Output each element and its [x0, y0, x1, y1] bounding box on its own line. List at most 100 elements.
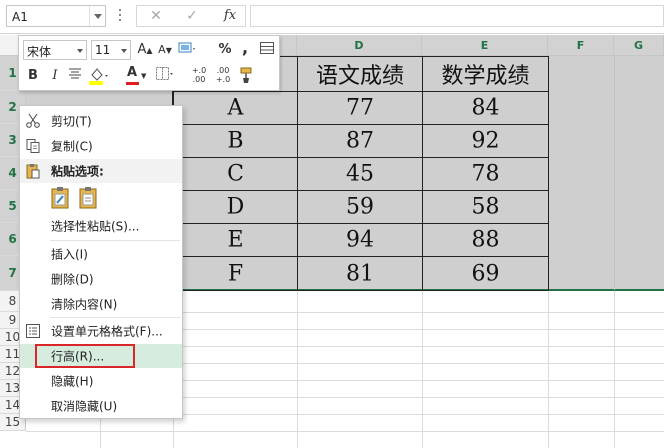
menu-item-label: 复制(C) — [51, 139, 93, 154]
menu-item-label: 删除(D) — [51, 272, 94, 287]
cell-text: 69 — [471, 261, 500, 286]
gridline — [548, 291, 549, 448]
menu-item-insert[interactable]: 插入(I) — [20, 242, 182, 266]
menu-item-label: 取消隐藏(U) — [51, 399, 118, 414]
menu-separator — [50, 317, 180, 318]
column-header-d[interactable]: D — [297, 35, 422, 56]
cell-text: 92 — [471, 128, 500, 154]
cell-text: 数学成绩 — [441, 64, 530, 89]
table-cell-name[interactable]: C — [173, 157, 298, 191]
menu-item-paste-special[interactable]: 选择性粘贴(S)... — [20, 214, 182, 238]
paste-option-icon[interactable] — [50, 186, 72, 213]
menu-item-unhide[interactable]: 取消隐藏(U) — [20, 394, 182, 418]
cell-text: D — [226, 194, 245, 220]
gridline — [422, 291, 423, 448]
drag-handle-icon[interactable] — [118, 8, 122, 24]
menu-item-delete[interactable]: 删除(D) — [20, 267, 182, 291]
cancel-icon[interactable]: ✕ — [145, 8, 167, 24]
menu-item-copy[interactable]: 复制(C) — [20, 134, 182, 158]
grow-font-icon[interactable]: A▲ — [135, 40, 155, 60]
table-cell-chinese[interactable]: 45 — [297, 157, 423, 191]
menu-item-hide[interactable]: 隐藏(H) — [20, 369, 182, 393]
shrink-font-icon[interactable]: A▼ — [155, 40, 175, 60]
table-cell-chinese[interactable]: 94 — [297, 223, 423, 257]
scissors-icon — [25, 113, 41, 129]
format-painter-table-icon[interactable] — [257, 40, 277, 60]
menu-item-label: 插入(I) — [51, 247, 88, 262]
cell-text: E — [227, 227, 244, 253]
table-cell-chinese[interactable]: 77 — [297, 91, 423, 125]
gridline — [297, 291, 298, 448]
gridline — [614, 291, 615, 448]
cell-text: B — [227, 128, 244, 154]
chevron-down-icon: ▼ — [141, 72, 147, 80]
table-cell-chinese[interactable]: 81 — [297, 256, 423, 291]
table-cell-chinese[interactable]: 59 — [297, 190, 423, 224]
paste-values-icon[interactable] — [78, 186, 100, 213]
font-color-icon[interactable]: A ▼ — [123, 65, 147, 86]
context-menu: 剪切(T) 复制(C) 粘贴选项: 选择性粘贴(S)... 插入(I) 删除(D… — [19, 105, 183, 419]
font-color-glyph: A — [127, 65, 138, 80]
comma-style-icon[interactable]: , — [235, 38, 255, 58]
table-cell-name[interactable]: E — [173, 223, 298, 257]
cell-text: 语文成绩 — [315, 64, 404, 89]
format-painter-icon[interactable] — [237, 66, 257, 86]
center-align-icon[interactable] — [65, 66, 85, 86]
cell-text: C — [227, 161, 244, 187]
cell-text: F — [227, 261, 244, 286]
name-box-dropdown-icon[interactable] — [89, 6, 105, 26]
table-cell-math[interactable]: 92 — [422, 124, 549, 158]
table-cell-math[interactable]: 78 — [422, 157, 549, 191]
column-header-f[interactable]: F — [548, 35, 614, 56]
table-cell-name[interactable]: B — [173, 124, 298, 158]
menu-item-clear-contents[interactable]: 清除内容(N) — [20, 292, 182, 316]
table-cell-name[interactable]: D — [173, 190, 298, 224]
font-color-swatch — [126, 82, 139, 85]
copy-icon — [25, 138, 41, 154]
table-cell-math[interactable]: 69 — [422, 256, 549, 291]
menu-item-label: 剪切(T) — [51, 114, 92, 129]
decrease-decimal-icon[interactable]: .00 +.0 — [213, 66, 233, 86]
table-cell-math[interactable]: 88 — [422, 223, 549, 257]
table-cell-chinese[interactable]: 87 — [297, 124, 423, 158]
table-cell-math[interactable]: 84 — [422, 91, 549, 125]
formula-input[interactable] — [250, 5, 664, 27]
gridline — [26, 431, 664, 432]
cell-text: 77 — [346, 95, 374, 121]
increase-decimal-icon[interactable]: +.0 .00 — [189, 66, 209, 86]
formula-bar: A1 ✕ ✓ fx — [0, 0, 664, 34]
font-size-select[interactable]: 11 — [91, 40, 131, 60]
table-cell-math[interactable]: 58 — [422, 190, 549, 224]
name-box-value: A1 — [12, 10, 28, 24]
font-name-select[interactable]: 宋体 — [23, 40, 87, 60]
table-header-chinese[interactable]: 语文成绩 — [297, 56, 423, 92]
table-cell-name[interactable]: F — [173, 256, 298, 291]
shrink-font-label: A — [158, 43, 166, 56]
percent-style-icon[interactable]: % — [215, 40, 235, 60]
fill-color-icon[interactable] — [87, 66, 108, 86]
cell-text: 78 — [471, 161, 500, 187]
name-box[interactable]: A1 — [6, 5, 106, 27]
cell-text: 87 — [346, 128, 374, 154]
column-header-g[interactable]: G — [614, 35, 664, 56]
italic-button[interactable]: I — [45, 66, 65, 86]
menu-separator — [50, 240, 180, 241]
column-header-e[interactable]: E — [422, 35, 548, 56]
bold-button[interactable]: B — [23, 66, 43, 86]
mini-toolbar: 宋体 11 A▲ A▼ % , B I A ▼ +.0 .00 .00 +.0 — [18, 35, 280, 91]
cell-text: 81 — [346, 261, 374, 286]
cell-text: 88 — [471, 227, 500, 253]
insert-function-icon[interactable]: fx — [219, 8, 241, 23]
menu-item-label: 隐藏(H) — [51, 374, 94, 389]
menu-item-format-cells[interactable]: 设置单元格格式(F)... — [20, 319, 182, 343]
cell-text: 84 — [471, 95, 500, 121]
menu-item-label: 设置单元格格式(F)... — [51, 324, 163, 339]
menu-item-cut[interactable]: 剪切(T) — [20, 109, 182, 133]
paste-icon — [25, 163, 41, 179]
table-cell-name[interactable]: A — [173, 91, 298, 125]
borders-icon[interactable] — [155, 66, 175, 86]
accounting-format-icon[interactable] — [177, 40, 197, 60]
table-header-math[interactable]: 数学成绩 — [422, 56, 549, 92]
formula-buttons: ✕ ✓ fx — [136, 5, 246, 27]
enter-icon[interactable]: ✓ — [181, 8, 203, 24]
